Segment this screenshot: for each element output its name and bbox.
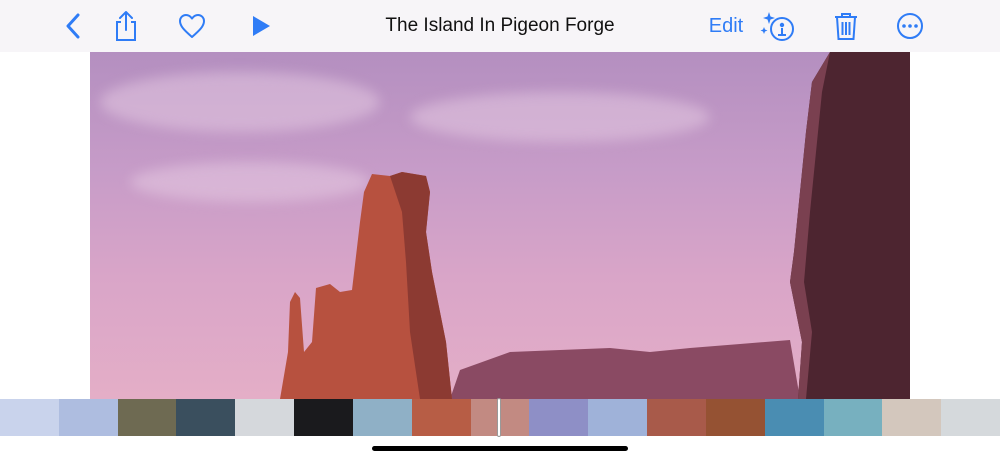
page-title: The Island In Pigeon Forge — [385, 15, 615, 36]
photo-view[interactable] — [90, 52, 910, 399]
delete-button[interactable] — [832, 6, 860, 46]
filmstrip-thumbnail[interactable] — [411, 399, 471, 436]
home-indicator[interactable] — [372, 446, 628, 451]
filmstrip-thumbnail[interactable] — [941, 399, 1000, 436]
trash-icon — [835, 13, 857, 40]
visual-look-up-button[interactable] — [760, 6, 796, 46]
edit-button[interactable]: Edit — [704, 6, 748, 46]
more-button[interactable] — [895, 6, 925, 46]
landscape-illustration — [280, 52, 910, 399]
more-icon — [897, 13, 923, 39]
share-button[interactable] — [112, 6, 140, 46]
filmstrip-thumbnail[interactable] — [176, 399, 236, 436]
filmstrip-thumbnail[interactable] — [0, 399, 59, 436]
filmstrip-thumbnail[interactable] — [58, 399, 118, 436]
share-icon — [116, 11, 136, 41]
filmstrip-thumbnail[interactable] — [882, 399, 942, 436]
filmstrip-thumbnail[interactable] — [764, 399, 824, 436]
visual-look-up-icon — [760, 12, 794, 41]
play-button[interactable] — [248, 6, 274, 46]
favorite-button[interactable] — [176, 6, 208, 46]
filmstrip-thumbnail[interactable] — [352, 399, 412, 436]
filmstrip-thumbnail[interactable] — [647, 399, 706, 436]
filmstrip-thumbnail[interactable] — [823, 399, 883, 436]
filmstrip-thumbnail[interactable] — [294, 399, 353, 436]
heart-icon — [179, 14, 205, 38]
filmstrip-playhead[interactable] — [497, 398, 501, 437]
filmstrip-thumbnail[interactable] — [529, 399, 589, 436]
play-icon — [253, 16, 270, 36]
top-toolbar: The Island In Pigeon Forge Edit — [0, 0, 1000, 52]
back-button[interactable] — [60, 6, 86, 46]
filmstrip-thumbnail[interactable] — [235, 399, 295, 436]
filmstrip-thumbnail[interactable] — [117, 399, 177, 436]
filmstrip-thumbnail[interactable] — [705, 399, 765, 436]
filmstrip-thumbnail[interactable] — [588, 399, 648, 436]
chevron-left-icon — [66, 13, 80, 39]
